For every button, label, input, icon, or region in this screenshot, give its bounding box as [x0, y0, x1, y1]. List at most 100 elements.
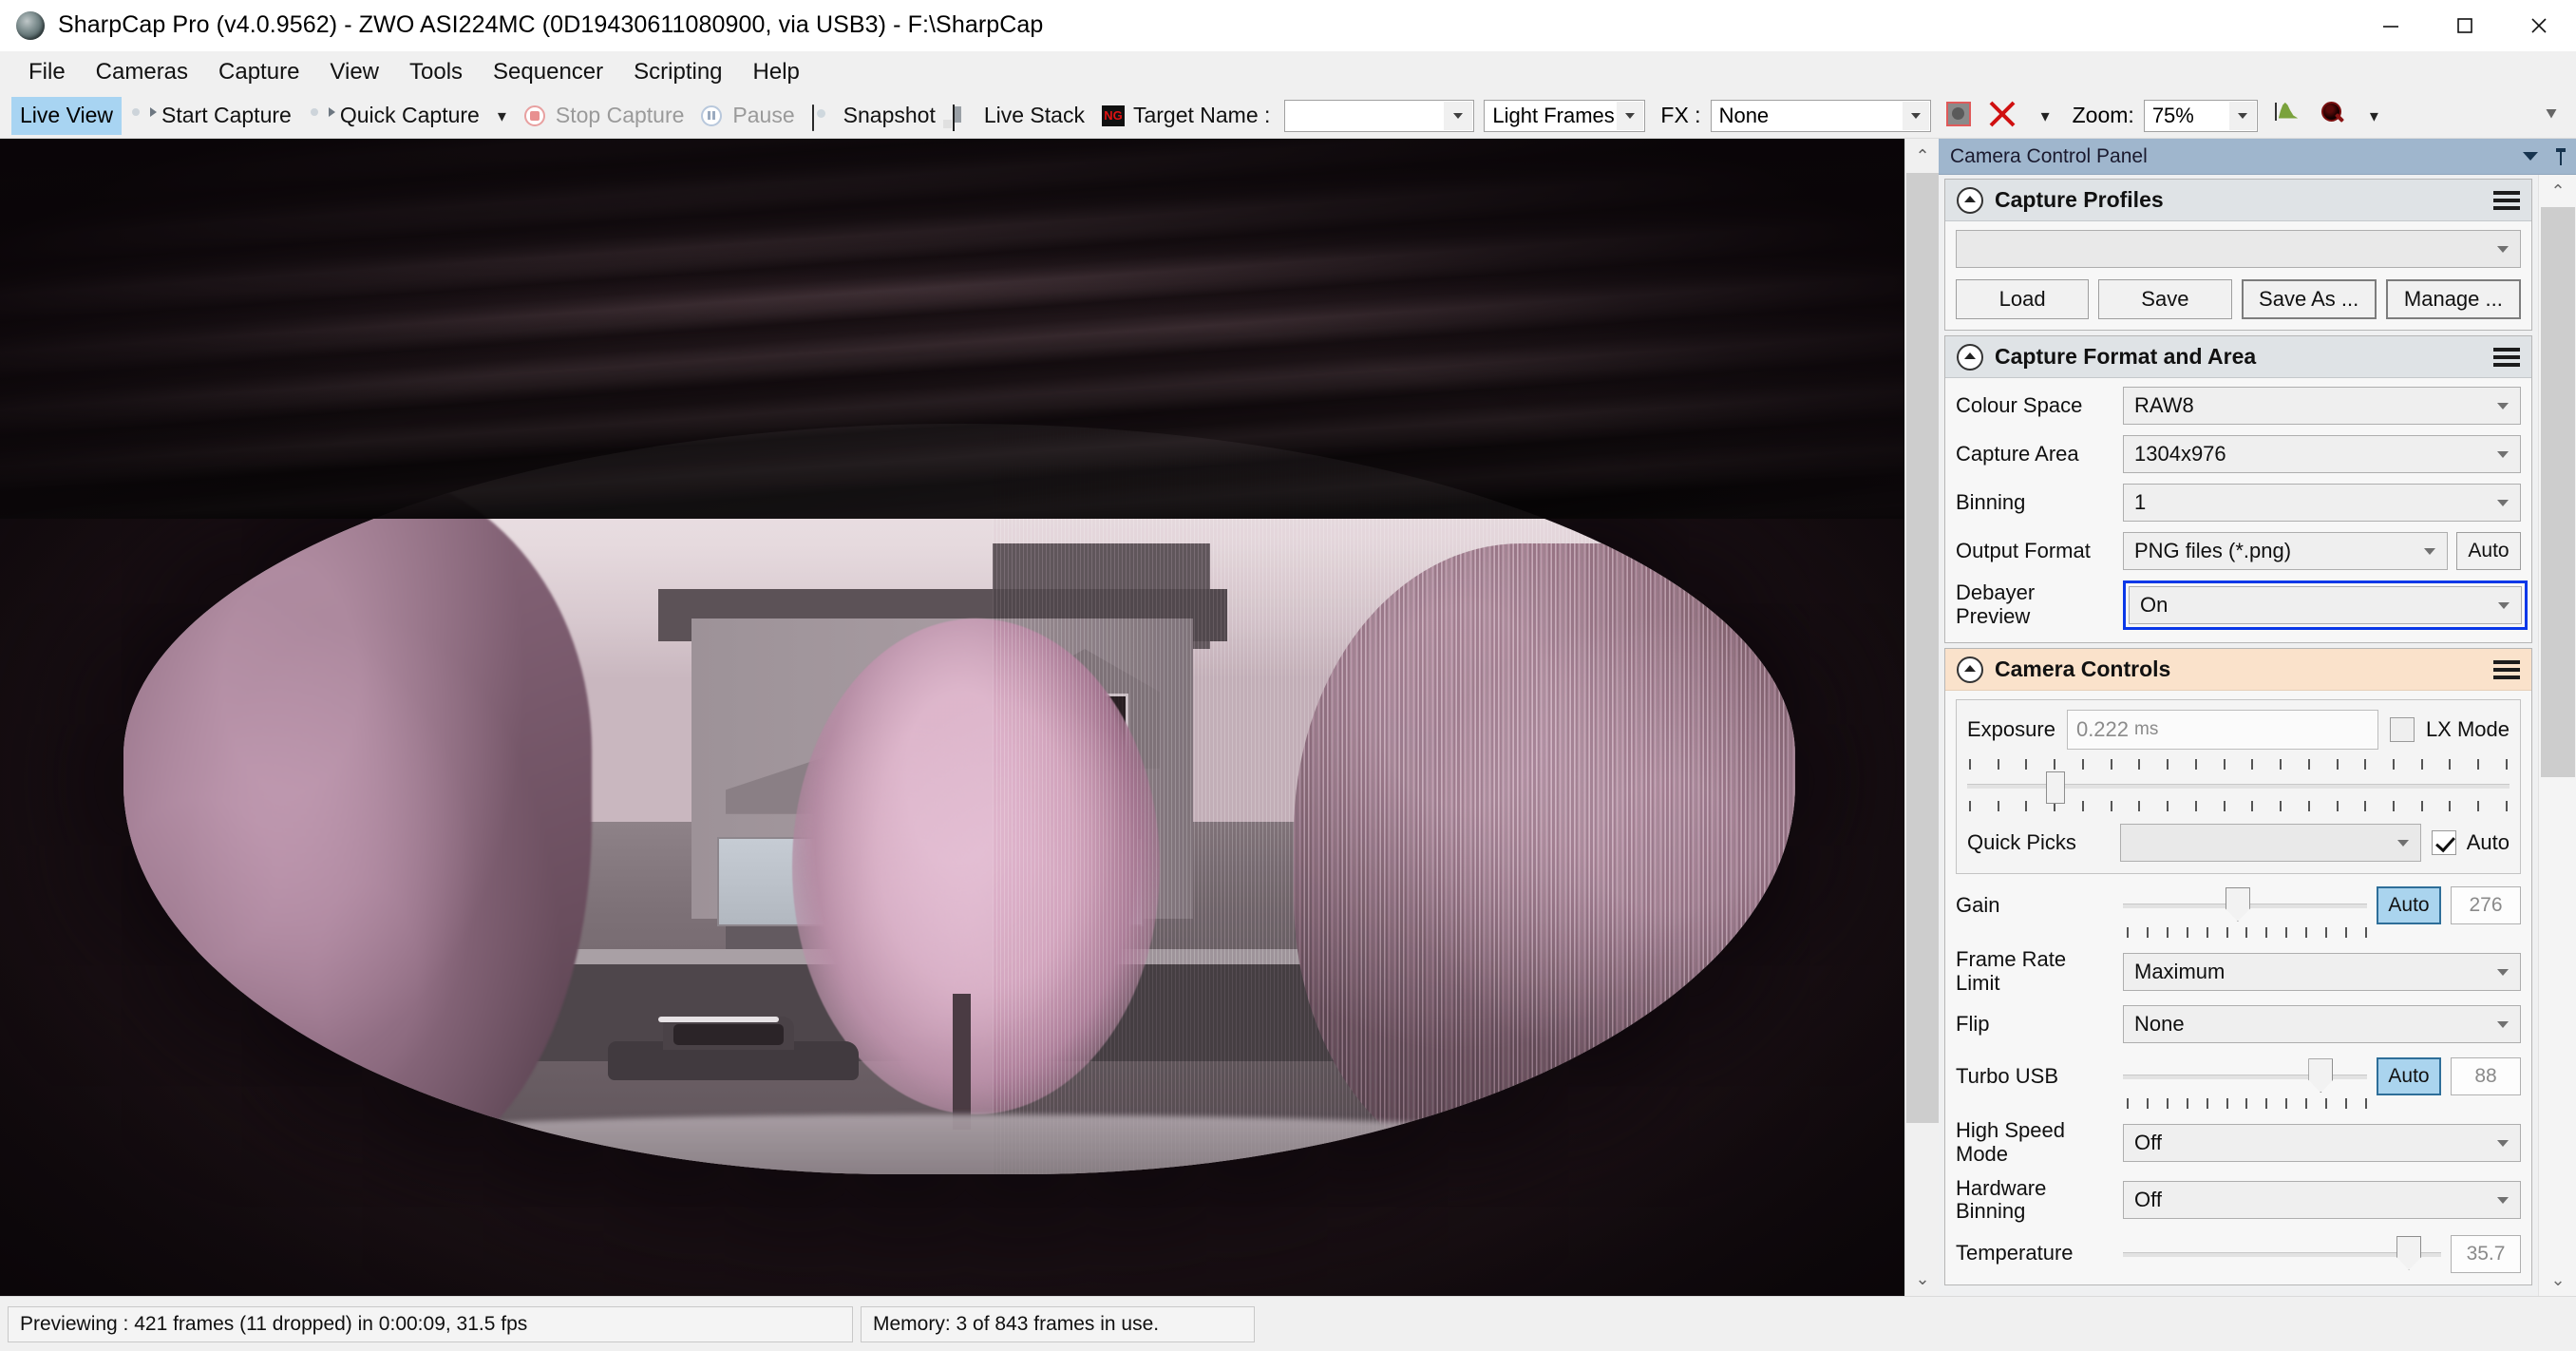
hardware-binning-label: Hardware Binning	[1956, 1175, 2047, 1224]
manage-profiles-button[interactable]: Manage ...	[2385, 279, 2521, 319]
exposure-slider[interactable]	[1967, 771, 2510, 804]
quick-picks-select[interactable]	[2120, 824, 2421, 862]
overlay-dropdown-icon[interactable]: ▾	[2032, 107, 2059, 124]
high-speed-mode-select[interactable]: Off	[2123, 1123, 2521, 1162]
colour-space-select[interactable]: RAW8	[2123, 387, 2521, 425]
start-capture-button[interactable]: Start Capture	[122, 97, 300, 135]
scrollbar-thumb[interactable]	[1906, 173, 1939, 1123]
panel-vertical-scrollbar[interactable]: ⌃ ⌄	[2538, 175, 2576, 1296]
gain-slider-thumb[interactable]	[2225, 887, 2250, 922]
magnifier-icon[interactable]	[2320, 102, 2349, 130]
turbo-usb-slider-thumb[interactable]	[2308, 1058, 2334, 1094]
toolbar-overflow-icon[interactable]: ⯆	[2544, 105, 2559, 126]
exposure-input[interactable]: 0.222 ms	[2066, 710, 2378, 750]
zoom-select[interactable]: 75%	[2143, 99, 2258, 132]
scroll-down-icon[interactable]: ⌄	[1905, 1262, 1940, 1296]
camera-preview-area[interactable]	[0, 139, 1904, 1296]
temperature-value-box[interactable]: 35.7	[2451, 1234, 2521, 1273]
panel-scrollbar-thumb[interactable]	[2541, 207, 2575, 777]
binning-label: Binning	[1956, 489, 2026, 514]
snapshot-button[interactable]: Snapshot	[804, 97, 944, 135]
exposure-auto-checkbox[interactable]	[2431, 830, 2456, 855]
turbo-usb-value-box[interactable]: 88	[2451, 1057, 2521, 1096]
lx-mode-checkbox[interactable]	[2389, 717, 2415, 742]
zoom-dropdown-icon[interactable]	[2228, 101, 2256, 130]
menu-item-tools[interactable]: Tools	[394, 55, 478, 89]
hamburger-menu-icon[interactable]	[2493, 190, 2520, 210]
capture-area-select[interactable]: 1304x976	[2123, 435, 2521, 473]
hamburger-menu-icon[interactable]	[2493, 659, 2520, 679]
camera-controls-header[interactable]: Camera Controls	[1945, 649, 2531, 691]
quick-capture-label: Quick Capture	[339, 103, 480, 127]
exposure-slider-thumb[interactable]	[2045, 771, 2065, 804]
zoom-value: 75%	[2151, 103, 2194, 127]
tools-dropdown-icon[interactable]: ▾	[2360, 107, 2388, 124]
load-profile-button[interactable]: Load	[1956, 279, 2090, 319]
profile-select[interactable]	[1956, 230, 2521, 268]
snapshot-label: Snapshot	[843, 103, 936, 127]
target-name-input[interactable]	[1284, 99, 1475, 132]
temperature-row: Temperature 35.7	[1956, 1234, 2521, 1274]
gain-auto-button[interactable]: Auto	[2377, 886, 2441, 924]
turbo-usb-auto-button[interactable]: Auto	[2377, 1057, 2441, 1096]
quick-capture-dropdown-icon[interactable]: ▾	[488, 107, 516, 124]
debayer-preview-select[interactable]: On	[2129, 586, 2522, 624]
fx-dropdown-icon[interactable]	[1902, 101, 1929, 130]
quick-capture-button[interactable]: Quick Capture	[300, 97, 488, 135]
hardware-binning-select[interactable]: Off	[2123, 1181, 2521, 1220]
capture-profiles-header[interactable]: Capture Profiles	[1945, 180, 2531, 221]
hamburger-menu-icon[interactable]	[2493, 347, 2520, 367]
live-stack-button[interactable]: Live Stack	[944, 97, 1093, 135]
fx-select[interactable]: None	[1710, 99, 1931, 132]
crosshair-red-x-icon[interactable]	[1990, 102, 2018, 130]
stop-capture-button[interactable]: Stop Capture	[516, 97, 693, 135]
menu-item-view[interactable]: View	[314, 55, 394, 89]
menu-item-sequencer[interactable]: Sequencer	[478, 55, 618, 89]
temperature-slider-thumb[interactable]	[2396, 1235, 2422, 1270]
panel-menu-caret-icon[interactable]	[2523, 152, 2538, 161]
preview-vertical-scrollbar[interactable]: ⌃ ⌄	[1904, 139, 1939, 1296]
turbo-usb-slider[interactable]	[2123, 1056, 2367, 1096]
maximize-button[interactable]	[2428, 0, 2502, 51]
binning-select[interactable]: 1	[2123, 484, 2521, 522]
temperature-slider[interactable]	[2123, 1234, 2441, 1274]
close-button[interactable]	[2502, 0, 2576, 51]
stop-capture-label: Stop Capture	[555, 103, 685, 127]
frame-rate-limit-select[interactable]: Maximum	[2123, 952, 2521, 991]
save-profile-button[interactable]: Save	[2098, 279, 2232, 319]
stop-icon	[523, 105, 549, 126]
histogram-icon[interactable]	[2274, 102, 2303, 129]
output-format-auto-button[interactable]: Auto	[2456, 532, 2521, 570]
panel-scroll-down-icon[interactable]: ⌄	[2539, 1264, 2576, 1296]
menu-item-cameras[interactable]: Cameras	[81, 55, 203, 89]
capture-format-header[interactable]: Capture Format and Area	[1945, 336, 2531, 378]
red-circle-overlay-icon[interactable]	[1945, 101, 1975, 130]
chevron-up-icon[interactable]	[1957, 656, 1983, 683]
frame-rate-limit-label: Frame Rate Limit	[1956, 947, 2067, 995]
flip-select[interactable]: None	[2123, 1005, 2521, 1044]
gain-slider[interactable]	[2123, 885, 2367, 925]
menu-item-scripting[interactable]: Scripting	[618, 55, 737, 89]
gain-value-box[interactable]: 276	[2451, 886, 2521, 924]
chevron-up-icon[interactable]	[1957, 343, 1983, 371]
menu-item-file[interactable]: File	[13, 55, 81, 89]
output-format-select[interactable]: PNG files (*.png)	[2123, 532, 2448, 570]
capture-format-content: Colour Space RAW8 Capture Area 1304x976	[1945, 378, 2531, 642]
panel-scroll-up-icon[interactable]: ⌃	[2539, 175, 2576, 207]
frame-type-select[interactable]: Light Frames	[1484, 99, 1646, 132]
save-as-profile-button[interactable]: Save As ...	[2241, 279, 2377, 319]
frame-type-dropdown-icon[interactable]	[1617, 101, 1644, 130]
chevron-up-icon[interactable]	[1957, 186, 1983, 214]
pause-button[interactable]: Pause	[692, 97, 803, 135]
pin-icon[interactable]	[2553, 147, 2568, 165]
menu-item-capture[interactable]: Capture	[203, 55, 314, 89]
target-name-group: Target Name :	[1093, 97, 1279, 135]
snapshot-icon	[811, 104, 837, 131]
exposure-label: Exposure	[1967, 717, 2055, 741]
menu-item-help[interactable]: Help	[738, 55, 815, 89]
scroll-up-icon[interactable]: ⌃	[1905, 139, 1940, 173]
window-title: SharpCap Pro (v4.0.9562) - ZWO ASI224MC …	[58, 11, 1044, 38]
minimize-button[interactable]	[2354, 0, 2428, 51]
live-view-button[interactable]: Live View	[11, 96, 123, 135]
target-name-dropdown-icon[interactable]	[1444, 101, 1473, 130]
